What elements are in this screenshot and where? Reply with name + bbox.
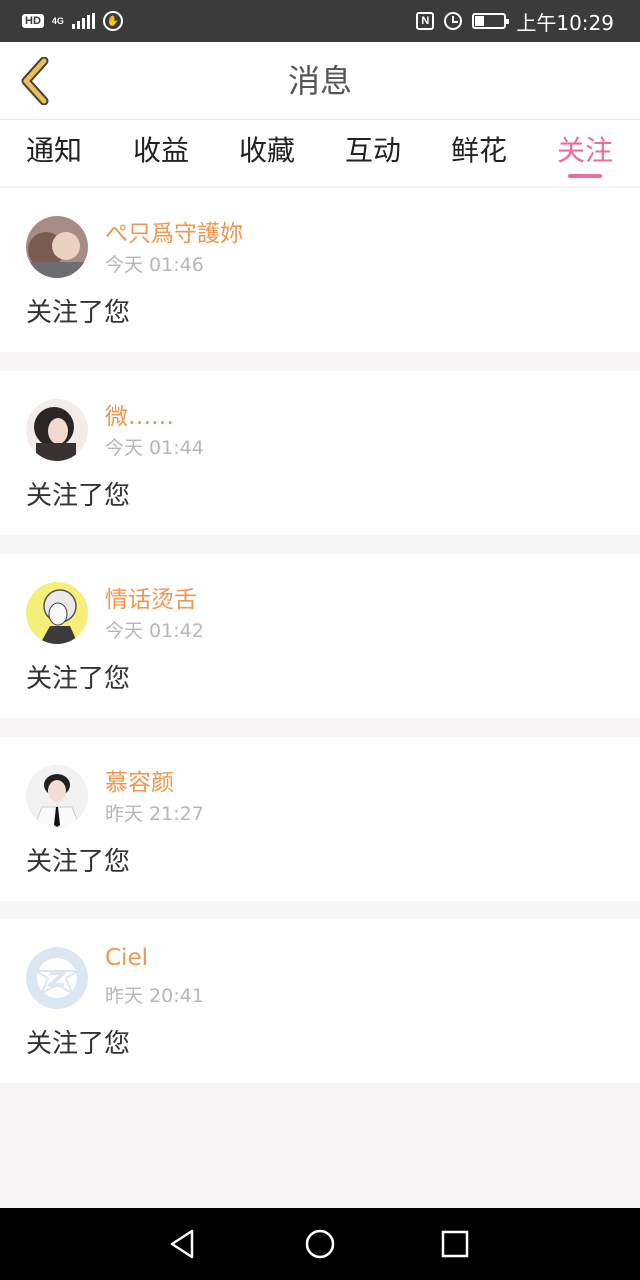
signal-icon bbox=[71, 13, 95, 29]
nfc-icon: N bbox=[416, 12, 435, 30]
avatar[interactable] bbox=[26, 582, 88, 644]
tab-interactions[interactable]: 互动 bbox=[320, 120, 426, 186]
avatar[interactable] bbox=[26, 947, 88, 1009]
app-header: 消息 bbox=[0, 42, 640, 120]
timestamp: 今天 01:46 bbox=[105, 254, 204, 276]
nav-back-button[interactable] bbox=[160, 1222, 204, 1266]
notification-item[interactable]: 情话烫舌 今天 01:42 关注了您 bbox=[0, 554, 640, 718]
avatar[interactable] bbox=[26, 216, 88, 278]
timestamp: 昨天 21:27 bbox=[105, 803, 204, 825]
tab-earnings[interactable]: 收益 bbox=[108, 120, 214, 186]
avatar[interactable] bbox=[26, 399, 88, 461]
alarm-icon bbox=[444, 12, 463, 30]
avatar[interactable] bbox=[26, 765, 88, 827]
timestamp: 今天 01:42 bbox=[105, 620, 204, 642]
timestamp: 今天 01:44 bbox=[105, 437, 204, 459]
home-circle-icon bbox=[305, 1229, 335, 1259]
battery-level bbox=[475, 16, 484, 26]
status-left: HD 4G ✋ bbox=[22, 0, 123, 42]
recents-square-icon bbox=[441, 1230, 469, 1258]
timestamp: 昨天 20:41 bbox=[105, 985, 204, 1007]
notification-item[interactable]: 微…… 今天 01:44 关注了您 bbox=[0, 371, 640, 535]
username[interactable]: 慕容颜 bbox=[105, 763, 174, 797]
active-tab-indicator bbox=[568, 174, 602, 178]
status-bar: HD 4G ✋ N 上午10:29 bbox=[0, 0, 640, 42]
notification-message: 关注了您 bbox=[26, 664, 131, 694]
username[interactable]: ぺ只爲守護妳 bbox=[105, 214, 243, 248]
status-time: 上午10:29 bbox=[516, 10, 614, 35]
nav-home-button[interactable] bbox=[298, 1222, 342, 1266]
notification-item[interactable]: ぺ只爲守護妳 今天 01:46 关注了您 bbox=[0, 188, 640, 352]
avatar-image bbox=[26, 216, 88, 278]
nav-recents-button[interactable] bbox=[433, 1222, 477, 1266]
network-type-label: 4G bbox=[51, 15, 64, 26]
system-nav-bar bbox=[0, 1208, 640, 1280]
default-avatar-icon bbox=[26, 947, 88, 1009]
tab-favorites[interactable]: 收藏 bbox=[214, 120, 320, 186]
notification-message: 关注了您 bbox=[26, 298, 131, 328]
username[interactable]: Ciel bbox=[105, 945, 148, 971]
back-triangle-icon bbox=[170, 1229, 194, 1259]
battery-icon bbox=[472, 13, 510, 29]
username[interactable]: 情话烫舌 bbox=[105, 580, 197, 614]
avatar-image bbox=[26, 582, 88, 644]
notification-message: 关注了您 bbox=[26, 847, 131, 877]
shield-icon: ✋ bbox=[102, 11, 123, 31]
notification-item[interactable]: Ciel 昨天 20:41 关注了您 bbox=[0, 919, 640, 1083]
page-title: 消息 bbox=[287, 62, 352, 100]
avatar-image bbox=[26, 399, 88, 461]
status-right: N 上午10:29 bbox=[416, 0, 614, 42]
tab-bar: 通知 收益 收藏 互动 鲜花 关注 bbox=[0, 120, 640, 186]
tab-notifications[interactable]: 通知 bbox=[1, 120, 107, 186]
notification-message: 关注了您 bbox=[26, 1029, 131, 1059]
notification-item[interactable]: 慕容颜 昨天 21:27 关注了您 bbox=[0, 737, 640, 901]
avatar-image bbox=[26, 765, 88, 827]
username[interactable]: 微…… bbox=[105, 397, 174, 431]
hd-icon: HD bbox=[22, 14, 44, 28]
notification-message: 关注了您 bbox=[26, 481, 131, 511]
tab-flowers[interactable]: 鲜花 bbox=[426, 120, 532, 186]
